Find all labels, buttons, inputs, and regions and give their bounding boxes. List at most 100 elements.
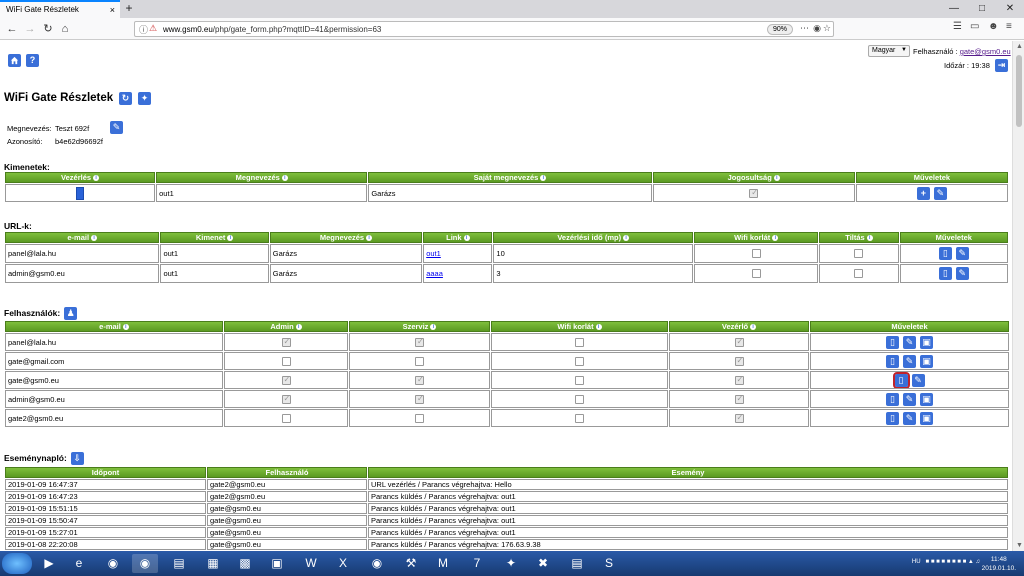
logout-button[interactable]: ⇥	[995, 59, 1008, 72]
window-close-icon[interactable]: ✕	[996, 0, 1024, 18]
scroll-thumb[interactable]	[1016, 55, 1022, 127]
maximize-icon[interactable]: □	[968, 0, 996, 18]
help-button[interactable]: ?	[26, 54, 39, 67]
delete-button[interactable]: ▯	[886, 354, 899, 368]
library-icon[interactable]: ☰	[953, 21, 962, 32]
firefox-icon[interactable]: ◉	[132, 554, 158, 573]
edit-button[interactable]: ✎	[933, 186, 947, 200]
lock-button[interactable]: ▣	[920, 335, 933, 349]
admin-checkbox[interactable]	[281, 337, 291, 347]
internet-explorer-icon[interactable]: e	[66, 554, 92, 573]
bookmark-star-icon[interactable]: ☆	[823, 23, 831, 34]
ban-checkbox[interactable]	[854, 269, 864, 279]
reload-icon[interactable]: ↻	[40, 21, 56, 37]
zoom-indicator[interactable]: 90%	[766, 24, 793, 35]
skype-icon[interactable]: S	[596, 554, 622, 573]
network-icon[interactable]: ▣	[264, 554, 290, 573]
tab-close-icon[interactable]: ×	[110, 5, 115, 15]
info-icon[interactable]: i	[750, 324, 757, 331]
calculator-icon[interactable]: ▦	[200, 554, 226, 573]
m-app-icon[interactable]: M	[430, 554, 456, 573]
info-icon[interactable]: i	[227, 235, 234, 242]
back-icon[interactable]: ←	[4, 21, 20, 37]
remote-desktop-icon[interactable]: ▤	[564, 554, 590, 573]
add-button[interactable]: +	[916, 186, 930, 200]
admin-checkbox[interactable]	[281, 394, 291, 404]
system-clock[interactable]: 11:48 2019.01.10.	[982, 555, 1016, 573]
url-link[interactable]: out1	[426, 249, 441, 258]
info-icon[interactable]: i	[463, 235, 470, 242]
lock-button[interactable]: ▣	[920, 354, 933, 368]
add-user-button[interactable]: ♟	[64, 307, 78, 320]
controller-checkbox[interactable]	[734, 413, 744, 423]
tool-icon[interactable]: ⚒	[398, 554, 424, 573]
permission-checkbox[interactable]	[749, 188, 759, 198]
lock-button[interactable]: ▣	[920, 392, 933, 406]
url-link[interactable]: aaaa	[426, 269, 443, 278]
new-tab-icon[interactable]: +	[122, 1, 136, 15]
wifi-limit-checkbox[interactable]	[751, 249, 761, 259]
edit-device-button[interactable]: ✎	[110, 121, 123, 134]
sidebar-icon[interactable]: ▭	[970, 21, 979, 32]
address-bar[interactable]: ⓘ ⚠ www.gsm0.eu/php/gate_form.php?mqttID…	[134, 21, 834, 37]
admin-checkbox[interactable]	[281, 375, 291, 385]
chrome-icon[interactable]: ◉	[100, 554, 126, 573]
tray-icons[interactable]: ■ ■ ■ ■ ■ ■ ■ ■ ▲ ♫	[922, 559, 980, 565]
forward-icon[interactable]: →	[22, 21, 38, 37]
account-icon[interactable]: ☻	[988, 21, 999, 32]
info-icon[interactable]: i	[540, 175, 547, 182]
info-icon[interactable]: i	[366, 235, 373, 242]
info-icon[interactable]: i	[866, 235, 873, 242]
wifi-limit-checkbox[interactable]	[575, 375, 584, 385]
delete-button[interactable]: ▯	[892, 372, 910, 388]
delete-button[interactable]: ▯	[886, 411, 899, 425]
admin-checkbox[interactable]	[281, 413, 291, 423]
word-icon[interactable]: W	[298, 554, 324, 573]
refresh-button[interactable]: ↻	[119, 92, 132, 105]
info-icon[interactable]: i	[623, 235, 630, 242]
info-icon[interactable]: i	[595, 324, 602, 331]
tray-language[interactable]: HU	[912, 559, 921, 565]
wifi-limit-checkbox[interactable]	[575, 394, 584, 404]
wifi-limit-checkbox[interactable]	[575, 413, 584, 423]
controller-checkbox[interactable]	[734, 394, 744, 404]
delete-button[interactable]: ▯	[886, 392, 899, 406]
service-checkbox[interactable]	[415, 337, 424, 347]
edit-button[interactable]: ✎	[911, 373, 925, 387]
minimize-icon[interactable]: —	[940, 0, 968, 18]
admin-checkbox[interactable]	[281, 356, 291, 366]
edit-button[interactable]: ✎	[955, 247, 969, 260]
ban-checkbox[interactable]	[854, 249, 864, 259]
controller-checkbox[interactable]	[734, 375, 744, 385]
info-icon[interactable]: i	[281, 175, 288, 182]
delete-button[interactable]: ▯	[938, 267, 952, 280]
info-icon[interactable]: i	[93, 175, 100, 182]
download-events-button[interactable]: ⇩	[70, 452, 84, 465]
site-info-icon[interactable]: ⓘ	[139, 23, 148, 36]
android-icon[interactable]: ◉	[364, 554, 390, 573]
user-email-link[interactable]: gate@gsm0.eu	[960, 47, 1011, 56]
edit-button[interactable]: ✎	[903, 335, 916, 349]
menu-icon[interactable]: ≡	[1006, 21, 1012, 32]
excel-icon[interactable]: X	[330, 554, 356, 573]
start-button[interactable]	[2, 553, 32, 574]
browser-tab[interactable]: WiFi Gate Részletek ×	[0, 0, 120, 18]
controller-checkbox[interactable]	[734, 356, 744, 366]
info-icon[interactable]: i	[430, 324, 437, 331]
media-player-icon[interactable]: ▶	[36, 554, 62, 573]
delete-button[interactable]: ▯	[938, 247, 952, 260]
service-checkbox[interactable]	[415, 356, 424, 366]
vscode-icon[interactable]: ✦	[498, 554, 524, 573]
language-select[interactable]: Magyar ▼	[868, 45, 910, 57]
home-button[interactable]	[8, 54, 21, 67]
page-actions-icon[interactable]: ⋯	[800, 23, 809, 34]
edit-button[interactable]: ✎	[903, 411, 916, 425]
seven-zip-icon[interactable]: 7	[464, 554, 490, 573]
service-checkbox[interactable]	[415, 375, 424, 385]
edit-button[interactable]: ✎	[903, 354, 916, 368]
file-explorer-icon[interactable]: ▤	[166, 554, 192, 573]
output-toggle[interactable]	[76, 186, 85, 200]
terminal-icon[interactable]: ▩	[232, 554, 258, 573]
wifi-limit-checkbox[interactable]	[751, 269, 761, 279]
delete-button[interactable]: ▯	[886, 335, 899, 349]
